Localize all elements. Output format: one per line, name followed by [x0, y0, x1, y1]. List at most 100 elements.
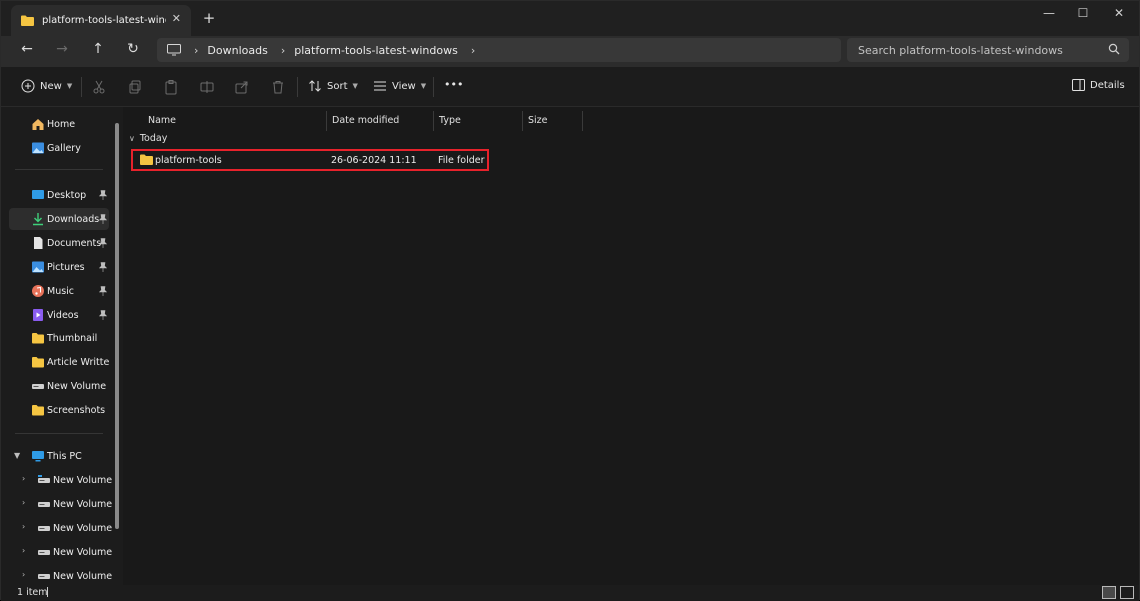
sidebar-item-label: Article Written: [47, 356, 109, 368]
chevron-right-icon[interactable]: ›: [471, 44, 475, 57]
sidebar-item-volume[interactable]: New Volume (: [15, 565, 115, 585]
file-name: platform-tools: [155, 155, 222, 166]
pin-icon[interactable]: [99, 286, 107, 296]
up-button[interactable]: ↑: [88, 41, 108, 61]
forward-button[interactable]: →: [52, 41, 72, 61]
sidebar-item-screenshots[interactable]: Screenshots: [9, 399, 109, 421]
column-header-date-modified[interactable]: Date modified: [327, 111, 434, 131]
new-button[interactable]: New ▼: [21, 79, 72, 93]
pin-icon[interactable]: [99, 262, 107, 272]
view-button[interactable]: View ▼: [373, 79, 426, 93]
title-bar: platform-tools-latest-windows ✕ + — ☐ ✕: [1, 1, 1139, 36]
videos-icon: [33, 309, 43, 321]
sidebar-item-volume[interactable]: New Volume (: [15, 469, 115, 491]
sidebar-item-gallery[interactable]: Gallery: [9, 137, 109, 159]
pin-icon[interactable]: [99, 310, 107, 320]
rename-icon[interactable]: [199, 79, 215, 95]
pin-icon[interactable]: [99, 190, 107, 200]
sidebar-item-volume[interactable]: New Volume (I: [15, 517, 115, 539]
tab-active[interactable]: platform-tools-latest-windows ✕: [11, 5, 191, 36]
minimize-button[interactable]: —: [1039, 6, 1059, 20]
maximize-button[interactable]: ☐: [1073, 6, 1093, 20]
sidebar-item-label: Screenshots: [47, 404, 106, 416]
copy-icon[interactable]: [127, 79, 143, 95]
chevron-down-icon: ▼: [352, 82, 358, 90]
drive-icon: [38, 475, 50, 483]
breadcrumb-platform-tools-latest-windows[interactable]: platform-tools-latest-windows: [294, 44, 458, 57]
pc-icon: [32, 451, 44, 462]
home-icon: [32, 119, 44, 130]
search-box[interactable]: Search platform-tools-latest-windows: [847, 38, 1129, 62]
tiles-view-icon[interactable]: [1120, 586, 1134, 599]
details-label: Details: [1090, 79, 1125, 91]
sort-button[interactable]: Sort ▼: [308, 79, 358, 93]
desktop-icon: [32, 190, 44, 199]
command-bar: New ▼ Sort ▼ View ▼ ••• Details: [1, 67, 1139, 107]
column-header-size[interactable]: Size: [523, 111, 583, 131]
drive-icon: [32, 384, 44, 389]
drive-icon: [38, 574, 50, 579]
new-tab-button[interactable]: +: [201, 9, 217, 27]
column-header-type[interactable]: Type: [434, 111, 523, 131]
sidebar-item-videos[interactable]: Videos: [9, 304, 109, 326]
folder-icon: [32, 357, 44, 368]
drive-icon: [38, 550, 50, 555]
file-type: File folder: [438, 155, 485, 166]
sidebar-item-label: New Volume (I: [53, 498, 115, 510]
sidebar-item-volume[interactable]: New Volume (I: [15, 541, 115, 563]
search-input[interactable]: Search platform-tools-latest-windows: [858, 44, 1063, 57]
sidebar-item-desktop[interactable]: Desktop: [9, 184, 109, 206]
back-button[interactable]: ←: [17, 41, 37, 61]
sidebar-item-this-pc[interactable]: This PC: [9, 445, 109, 467]
see-more-button[interactable]: •••: [444, 78, 463, 91]
sidebar-item-article-written[interactable]: Article Written: [9, 351, 109, 373]
folder-icon: [21, 15, 34, 26]
group-label: Today: [139, 133, 168, 144]
tab-title: platform-tools-latest-windows: [42, 15, 166, 26]
item-count: 1 item: [17, 587, 48, 598]
details-view-icon[interactable]: [1102, 586, 1116, 599]
sidebar-item-music[interactable]: Music: [9, 280, 109, 302]
sidebar-item-label: Gallery: [47, 142, 81, 154]
navigation-pane: Home Gallery Desktop Downloads Documents…: [1, 107, 123, 585]
address-bar[interactable]: › Downloads › platform-tools-latest-wind…: [157, 38, 841, 62]
details-button[interactable]: Details: [1072, 79, 1125, 91]
share-icon[interactable]: [234, 79, 250, 95]
drive-icon: [38, 526, 50, 531]
sidebar-item-home[interactable]: Home: [9, 113, 109, 135]
pictures-icon: [32, 261, 44, 273]
breadcrumb-downloads[interactable]: Downloads: [207, 44, 267, 57]
sidebar-item-downloads[interactable]: Downloads: [9, 208, 109, 230]
sidebar-item-thumbnail[interactable]: Thumbnail: [9, 327, 109, 349]
paste-icon[interactable]: [163, 79, 179, 95]
sidebar-item-label: Videos: [47, 309, 79, 321]
sidebar-item-documents[interactable]: Documents: [9, 232, 109, 254]
sidebar-item-new-volume-g[interactable]: New Volume (G:: [9, 375, 109, 397]
pin-icon[interactable]: [99, 238, 107, 248]
table-row[interactable]: platform-tools 26-06-2024 11:11 File fol…: [131, 149, 489, 171]
sidebar-scrollbar[interactable]: [115, 123, 119, 529]
sidebar-item-label: Downloads: [47, 213, 100, 225]
cut-icon[interactable]: [91, 79, 107, 95]
view-icon: [374, 81, 386, 91]
drive-icon: [38, 502, 50, 507]
new-label: New: [40, 80, 62, 92]
sort-icon: [309, 80, 321, 92]
delete-icon[interactable]: [270, 79, 286, 95]
close-button[interactable]: ✕: [1109, 6, 1129, 20]
column-header-name[interactable]: Name: [143, 111, 327, 131]
sidebar-item-volume[interactable]: New Volume (I: [15, 493, 115, 515]
refresh-button[interactable]: ↻: [123, 41, 143, 61]
pin-icon[interactable]: [99, 214, 107, 224]
details-pane-icon: [1072, 79, 1085, 91]
group-header-today[interactable]: ∨ Today: [129, 133, 167, 144]
add-icon: [21, 79, 35, 93]
sidebar-item-pictures[interactable]: Pictures: [9, 256, 109, 278]
chevron-right-icon: ›: [194, 43, 199, 57]
divider: [297, 77, 298, 97]
sidebar-item-label: New Volume (I: [53, 522, 115, 534]
status-divider: [47, 587, 48, 597]
tab-close-icon[interactable]: ✕: [172, 12, 181, 25]
folder-icon: [32, 333, 44, 344]
folder-icon: [32, 405, 44, 416]
